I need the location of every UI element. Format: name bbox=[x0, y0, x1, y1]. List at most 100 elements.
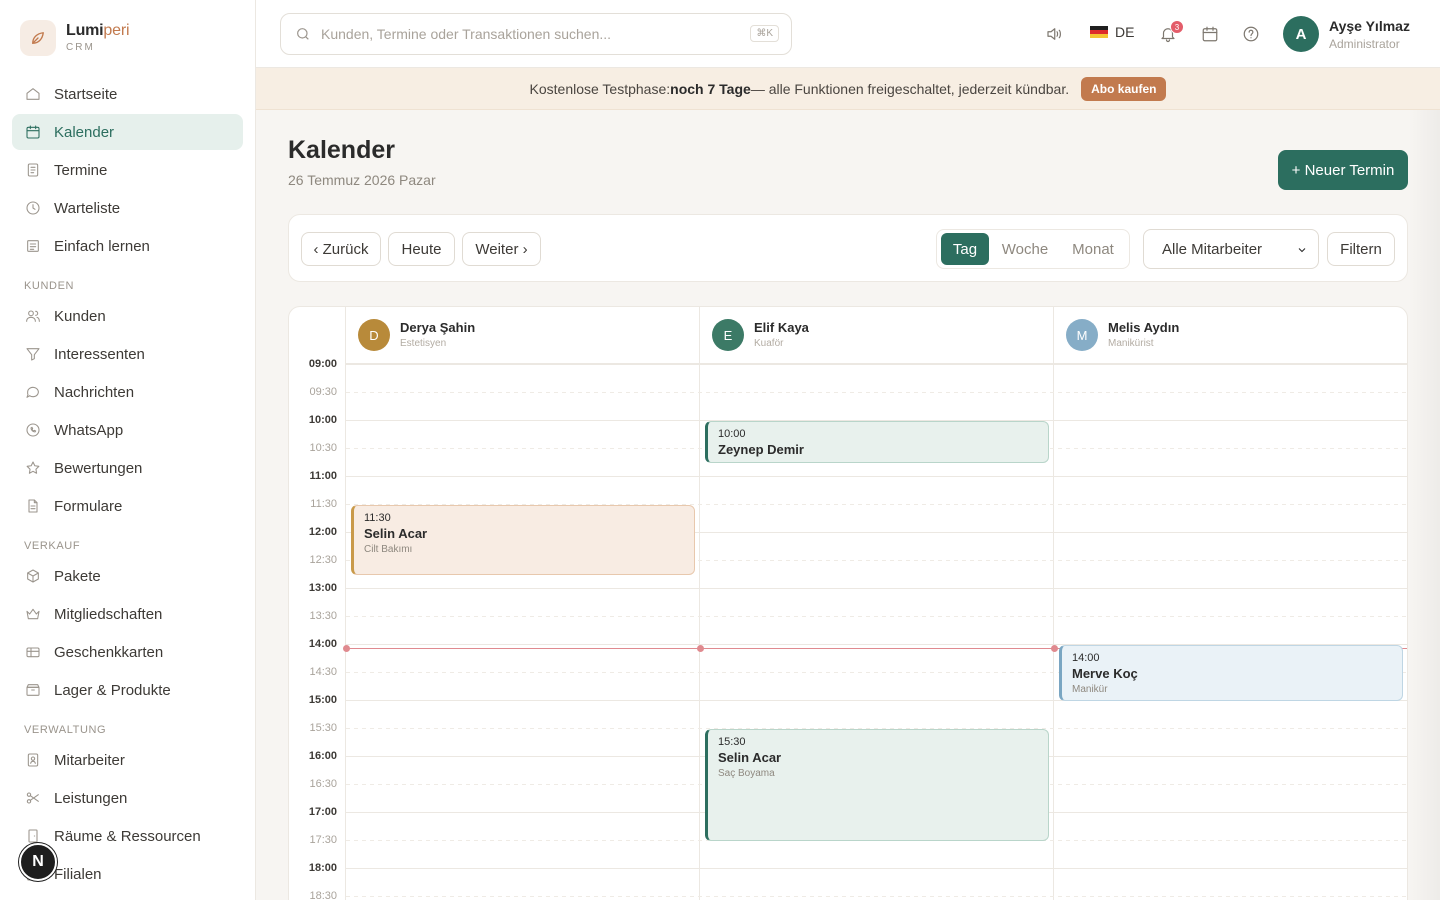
sidebar-item-label: Bewertungen bbox=[54, 459, 143, 477]
calendar-grid: D Derya Şahin Estetisyen E Elif Kaya Kua… bbox=[288, 306, 1408, 900]
trial-banner-highlight: noch 7 Tage bbox=[670, 80, 751, 97]
time-label: 14:30 bbox=[309, 666, 337, 678]
sidebar-item-label: Kalender bbox=[54, 123, 115, 141]
time-label: 17:00 bbox=[308, 806, 337, 818]
time-label: 14:00 bbox=[308, 638, 337, 650]
appointment-time: 10:00 bbox=[718, 428, 746, 440]
sidebar-item-startseite[interactable]: Startseite bbox=[12, 76, 243, 112]
appointment-client: Selin Acar bbox=[718, 750, 782, 765]
search-icon bbox=[297, 28, 309, 40]
sidebar-item-warteliste[interactable]: Warteliste bbox=[12, 190, 243, 226]
users-icon bbox=[24, 307, 42, 325]
bell-icon[interactable]: 3 bbox=[1158, 20, 1184, 44]
sidebar-item-label: Kunden bbox=[54, 307, 106, 325]
staff-select[interactable]: Alle Mitarbeiter bbox=[1143, 229, 1319, 269]
view-day-tab[interactable]: Tag bbox=[941, 233, 989, 265]
sidebar-item-pakete[interactable]: Pakete bbox=[12, 558, 243, 594]
sidebar-item-whatsapp[interactable]: WhatsApp bbox=[12, 412, 243, 448]
sidebar-item-label: Startseite bbox=[54, 85, 118, 103]
filter-button[interactable]: Filtern bbox=[1327, 232, 1395, 266]
assistant-fab-button[interactable]: N bbox=[19, 843, 57, 881]
next-button[interactable]: Weiter › bbox=[462, 232, 541, 266]
appointment-client: Zeynep Demir bbox=[718, 442, 804, 457]
time-label: 09:00 bbox=[308, 358, 337, 370]
speaker-icon[interactable] bbox=[1044, 24, 1064, 44]
buy-subscription-button[interactable]: Abo kaufen bbox=[1081, 76, 1167, 101]
funnel-icon bbox=[24, 345, 42, 363]
grid-hline bbox=[346, 896, 1407, 897]
sidebar-item-label: Warteliste bbox=[54, 199, 121, 217]
sidebar-item-kalender[interactable]: Kalender bbox=[12, 114, 243, 150]
appointment-card[interactable]: 14:00 Merve Koç Manikür bbox=[1059, 645, 1403, 701]
appointment-card[interactable]: 15:30 Selin Acar Saç Boyama bbox=[705, 729, 1049, 841]
sidebar-item-lager-produkte[interactable]: Lager & Produkte bbox=[12, 672, 243, 708]
language-switcher[interactable]: DE bbox=[1090, 24, 1134, 40]
scroll-shadow bbox=[1408, 110, 1440, 900]
sidebar: Lumiperi CRM Startseite Kalender Termine… bbox=[0, 0, 256, 900]
sidebar-item-label: WhatsApp bbox=[54, 421, 124, 439]
time-label: 10:30 bbox=[309, 442, 337, 454]
appointment-service: Cilt Bakımı bbox=[364, 544, 413, 555]
sidebar-item-bewertungen[interactable]: Bewertungen bbox=[12, 450, 243, 486]
grid-hline bbox=[346, 868, 1407, 869]
sidebar-item-einfach-lernen[interactable]: Einfach lernen bbox=[12, 228, 243, 264]
flag-de-icon bbox=[1090, 26, 1108, 38]
brand[interactable]: Lumiperi CRM bbox=[0, 0, 255, 76]
sidebar-item-kunden[interactable]: Kunden bbox=[12, 298, 243, 334]
sidebar-item-label: Geschenkkarten bbox=[54, 643, 164, 661]
sidebar-item-mitgliedschaften[interactable]: Mitgliedschaften bbox=[12, 596, 243, 632]
sidebar-item-mitarbeiter[interactable]: Mitarbeiter bbox=[12, 742, 243, 778]
whatsapp-icon bbox=[24, 421, 42, 439]
book-icon bbox=[24, 237, 42, 255]
sidebar-item-leistungen[interactable]: Leistungen bbox=[12, 780, 243, 816]
staff-name: Elif Kaya bbox=[754, 319, 809, 335]
current-time-dot bbox=[697, 645, 704, 652]
nav-section-kunden: KUNDEN bbox=[24, 280, 75, 292]
user-name[interactable]: Ayşe Yılmaz bbox=[1329, 18, 1410, 34]
time-label: 15:30 bbox=[309, 722, 337, 734]
sidebar-item-label: Mitarbeiter bbox=[54, 751, 125, 769]
sidebar-item-formulare[interactable]: Formulare bbox=[12, 488, 243, 524]
appointment-time: 11:30 bbox=[364, 512, 391, 524]
sidebar-item-geschenkkarten[interactable]: Geschenkkarten bbox=[12, 634, 243, 670]
brand-name: Lumiperi bbox=[66, 22, 130, 39]
star-icon bbox=[24, 459, 42, 477]
staff-name: Melis Aydın bbox=[1108, 319, 1180, 335]
search-input[interactable] bbox=[321, 26, 731, 42]
staff-column-header[interactable]: M Melis Aydın Manikürist bbox=[1054, 307, 1407, 364]
calendar-top-icon[interactable] bbox=[1200, 24, 1220, 44]
time-label: 16:30 bbox=[309, 778, 337, 790]
sidebar-item-label: Formulare bbox=[54, 497, 123, 515]
sidebar-item-termine[interactable]: Termine bbox=[12, 152, 243, 188]
user-avatar[interactable]: A bbox=[1283, 16, 1319, 52]
staff-role: Manikürist bbox=[1108, 338, 1154, 350]
back-button[interactable]: ‹ Zurück bbox=[301, 232, 381, 266]
sidebar-item-interessenten[interactable]: Interessenten bbox=[12, 336, 243, 372]
staff-column-header[interactable]: E Elif Kaya Kuaför bbox=[700, 307, 1054, 364]
appointment-card[interactable]: 11:30 Selin Acar Cilt Bakımı bbox=[351, 505, 695, 575]
appointment-service: Manikür bbox=[1072, 684, 1108, 695]
language-code: DE bbox=[1115, 24, 1135, 40]
sidebar-item-label: Filialen bbox=[54, 865, 102, 883]
appointment-card[interactable]: 10:00 Zeynep Demir bbox=[705, 421, 1049, 463]
new-appointment-button[interactable]: + Neuer Termin bbox=[1278, 150, 1408, 190]
grid-hline bbox=[346, 588, 1407, 589]
view-month-tab[interactable]: Monat bbox=[1061, 233, 1125, 265]
time-label: 16:00 bbox=[308, 750, 337, 762]
help-icon[interactable] bbox=[1241, 24, 1261, 44]
document-icon bbox=[24, 497, 42, 515]
staff-avatar: M bbox=[1066, 319, 1098, 351]
search-box[interactable]: ⌘K bbox=[280, 13, 792, 55]
sidebar-item-nachrichten[interactable]: Nachrichten bbox=[12, 374, 243, 410]
appointment-service: Saç Boyama bbox=[718, 768, 775, 779]
nav-kunden: Kunden Interessenten Nachrichten WhatsAp… bbox=[0, 298, 255, 524]
id-badge-icon bbox=[24, 751, 42, 769]
staff-column-header[interactable]: D Derya Şahin Estetisyen bbox=[346, 307, 700, 364]
view-week-tab[interactable]: Woche bbox=[993, 233, 1057, 265]
gift-icon bbox=[24, 643, 42, 661]
today-button[interactable]: Heute bbox=[388, 232, 455, 266]
sidebar-item-label: Termine bbox=[54, 161, 108, 179]
home-icon bbox=[24, 85, 42, 103]
trial-banner: Kostenlose Testphase: noch 7 Tage — alle… bbox=[256, 68, 1440, 110]
appointment-time: 14:00 bbox=[1072, 652, 1100, 664]
